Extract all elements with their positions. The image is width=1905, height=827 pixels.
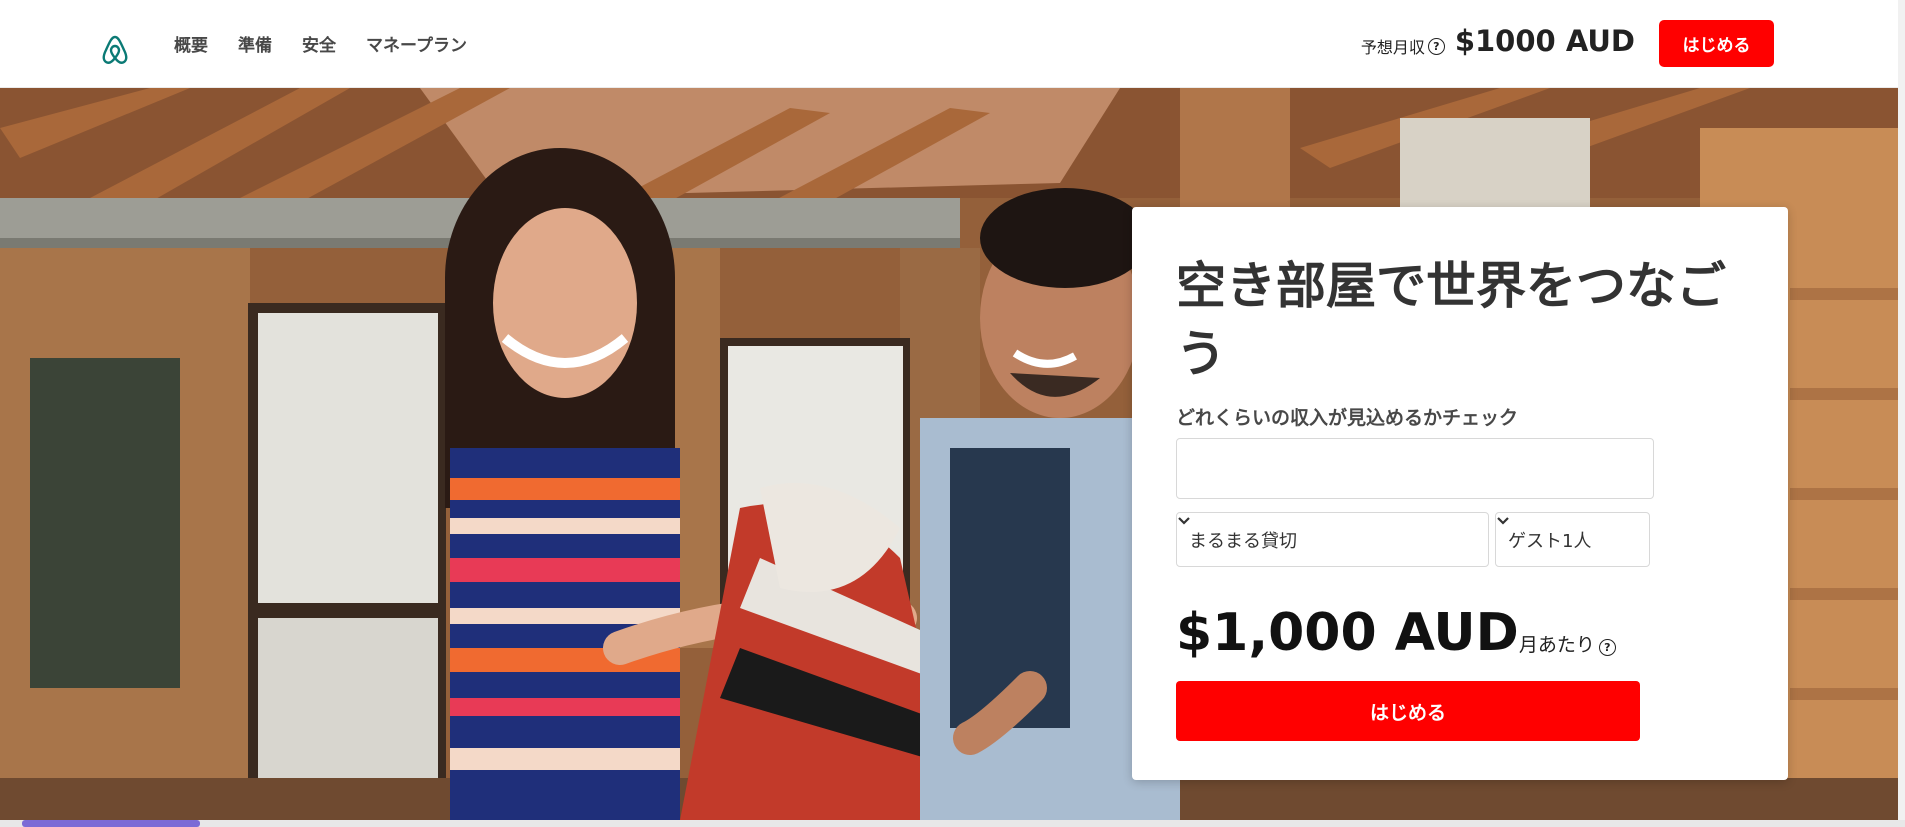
get-started-button[interactable]: はじめる: [1176, 681, 1640, 741]
scrollbar-thumb[interactable]: [22, 820, 200, 827]
help-circle-icon[interactable]: ?: [1427, 37, 1445, 55]
estimate-amount: $1000 AUD: [1454, 24, 1635, 58]
airbnb-logo[interactable]: [100, 34, 130, 66]
header-get-started-button[interactable]: はじめる: [1659, 20, 1774, 67]
horizontal-scrollbar[interactable]: [0, 820, 1905, 827]
property-type-select[interactable]: まるまる貸切: [1176, 512, 1489, 567]
earnings-estimate-card: 空き部屋で世界をつなごう どれくらいの収入が見込めるかチェック まるまる貸切 ゲ…: [1132, 207, 1788, 780]
estimated-earnings: 予想月収 ? $1000 AUD: [1361, 24, 1635, 58]
nav-item-safety[interactable]: 安全: [302, 31, 336, 56]
card-subtitle: どれくらいの収入が見込めるかチェック: [1176, 407, 1519, 429]
chevron-down-icon: [1497, 517, 1509, 525]
top-navigation-bar: 概要 準備 安全 マネープラン 予想月収 ? $1000 AUD はじめる: [0, 0, 1905, 88]
card-title: 空き部屋で世界をつなごう: [1176, 257, 1726, 383]
guests-select[interactable]: ゲスト1人: [1495, 512, 1650, 567]
nav-item-preparation[interactable]: 準備: [238, 31, 272, 56]
price-amount: $1,000 AUD: [1176, 603, 1519, 663]
property-type-value: まるまる貸切: [1189, 530, 1297, 552]
hero-section: 空き部屋で世界をつなごう どれくらいの収入が見込めるかチェック まるまる貸切 ゲ…: [0, 88, 1905, 820]
nav-item-money-plan[interactable]: マネープラン: [366, 31, 467, 56]
guests-value: ゲスト1人: [1508, 530, 1592, 552]
nav-item-overview[interactable]: 概要: [174, 31, 208, 56]
estimate-label: 予想月収: [1360, 38, 1425, 57]
vertical-scrollbar[interactable]: [1898, 0, 1905, 820]
address-input[interactable]: [1176, 438, 1654, 499]
nav-tabs: 概要 準備 安全 マネープラン: [174, 31, 467, 56]
per-month-label: 月あたり: [1518, 634, 1595, 656]
help-circle-icon[interactable]: ?: [1598, 639, 1616, 656]
chevron-down-icon: [1178, 517, 1190, 525]
estimated-price: $1,000 AUD 月あたり ?: [1176, 603, 1616, 663]
